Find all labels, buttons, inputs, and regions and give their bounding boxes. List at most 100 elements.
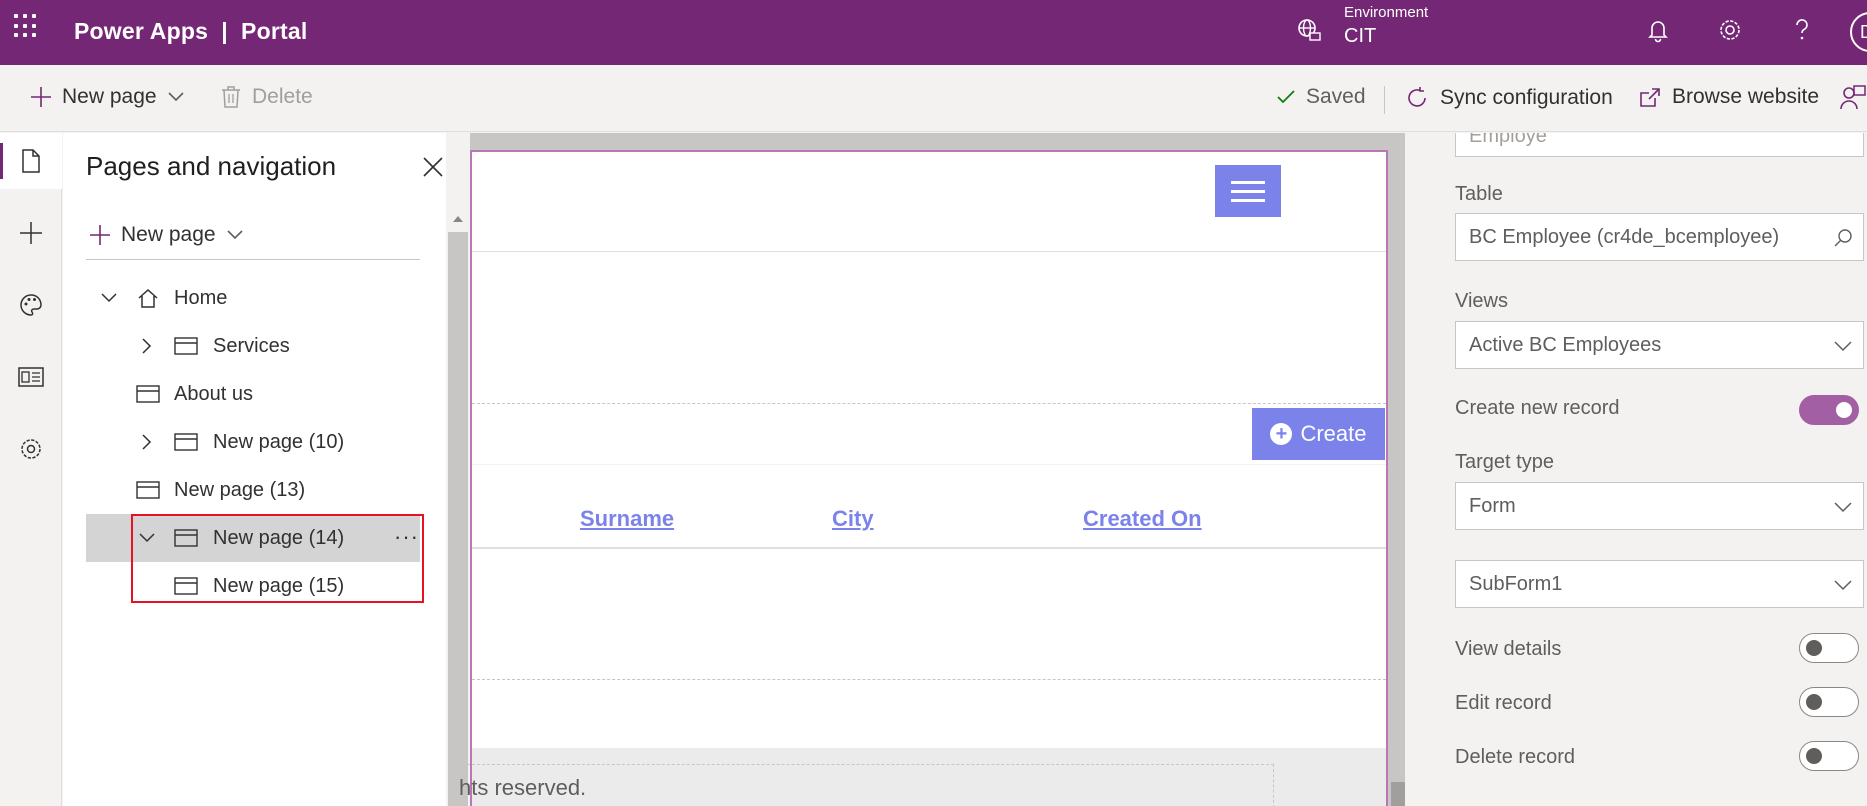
page-icon <box>136 481 160 499</box>
left-rail <box>0 133 62 806</box>
open-external-icon <box>1640 88 1660 107</box>
chevron-down-icon <box>226 230 243 240</box>
rail-templates[interactable] <box>0 349 62 405</box>
delete-button[interactable]: Delete <box>220 85 313 109</box>
views-label: Views <box>1455 290 1508 312</box>
rail-pages[interactable] <box>0 133 62 189</box>
delete-record-label: Delete record <box>1455 746 1576 768</box>
home-icon <box>138 288 158 308</box>
top-bar: Power Apps | Portal Environment CIT D <box>0 0 1867 65</box>
scroll-up-arrow-icon[interactable] <box>451 212 465 224</box>
chevron-down-icon[interactable] <box>100 289 118 307</box>
divider <box>472 464 1386 465</box>
column-header-surname[interactable]: Surname <box>580 506 674 532</box>
pages-scrollbar-thumb[interactable] <box>448 232 468 806</box>
name-input[interactable]: Employe <box>1455 133 1864 157</box>
rail-themes[interactable] <box>0 277 62 333</box>
view-details-toggle[interactable] <box>1799 633 1859 663</box>
site-footer: hts reserved. <box>459 748 1386 806</box>
page-icon <box>174 337 198 355</box>
saved-status: Saved <box>1276 85 1366 109</box>
pages-new-page-button[interactable]: New page <box>89 223 244 247</box>
add-icon <box>31 87 51 107</box>
create-new-record-toggle[interactable] <box>1799 395 1859 425</box>
close-icon[interactable] <box>421 155 445 179</box>
trash-icon <box>222 86 240 108</box>
tree-item-label: About us <box>174 382 253 405</box>
browse-website-button[interactable]: Browse website <box>1638 85 1819 109</box>
sync-configuration-button[interactable]: Sync configuration <box>1404 85 1613 111</box>
target-type-dropdown[interactable]: Form <box>1455 482 1864 530</box>
tree-item-about-us[interactable]: About us <box>86 370 420 418</box>
tree-item-label: New page (10) <box>213 430 345 453</box>
column-header-created-on[interactable]: Created On <box>1083 506 1202 532</box>
footer-section[interactable]: hts reserved. <box>459 764 1274 806</box>
views-value: Active BC Employees <box>1469 333 1662 356</box>
tree-item-label: Home <box>174 286 228 309</box>
rail-settings[interactable] <box>0 421 62 477</box>
edit-record-label: Edit record <box>1455 692 1552 714</box>
tree-item-home[interactable]: Home <box>86 274 420 322</box>
table-label: Table <box>1455 183 1503 205</box>
views-dropdown[interactable]: Active BC Employees <box>1455 321 1864 369</box>
template-icon <box>18 367 44 387</box>
edit-record-toggle[interactable] <box>1799 687 1859 717</box>
environment-value[interactable]: CIT <box>1344 25 1376 48</box>
canvas-scrollbar[interactable] <box>1391 150 1405 806</box>
tree-item-new-page-10[interactable]: New page (10) <box>86 418 420 466</box>
view-details-label: View details <box>1455 638 1562 660</box>
canvas-scrollbar-thumb[interactable] <box>1391 782 1405 806</box>
globe-icon <box>1298 19 1321 41</box>
chevron-right-icon[interactable] <box>138 337 156 355</box>
avatar[interactable]: D <box>1850 12 1867 52</box>
search-icon[interactable] <box>1833 228 1853 248</box>
target-type-value: Form <box>1469 494 1516 517</box>
properties-panel: Employe Table BC Employee (cr4de_bcemplo… <box>1405 133 1867 806</box>
column-header-city[interactable]: City <box>832 506 874 532</box>
form-dropdown[interactable]: SubForm1 <box>1455 560 1864 608</box>
footer-copyright: hts reserved. <box>459 775 587 800</box>
canvas-section[interactable] <box>472 252 1386 404</box>
gear-icon[interactable] <box>1716 16 1744 44</box>
chevron-down-icon <box>1834 502 1852 513</box>
tree-item-services[interactable]: Services <box>86 322 420 370</box>
help-icon[interactable] <box>1788 16 1816 44</box>
environment-label: Environment <box>1344 4 1429 21</box>
rail-components[interactable] <box>0 205 62 261</box>
page-icon <box>174 433 198 451</box>
site-header <box>472 152 1386 252</box>
browse-label: Browse website <box>1672 85 1820 108</box>
checkmark-icon <box>1277 90 1295 104</box>
saved-label: Saved <box>1306 85 1366 108</box>
delete-record-toggle[interactable] <box>1799 741 1859 771</box>
tree-item-new-page-13[interactable]: New page (13) <box>86 466 420 514</box>
command-bar: New page Delete Saved Sync configuration… <box>0 65 1867 132</box>
tree-item-label: Services <box>213 334 290 357</box>
add-icon <box>90 225 110 245</box>
add-icon <box>20 222 42 244</box>
app-launcher-icon[interactable] <box>14 14 38 38</box>
table-value: BC Employee (cr4de_bcemployee) <box>1469 225 1780 248</box>
sync-label: Sync configuration <box>1440 86 1613 109</box>
feedback-icon[interactable] <box>1840 83 1866 113</box>
list-component[interactable]: + Create Surname City Created On <box>472 404 1386 680</box>
create-label: Create <box>1300 421 1367 446</box>
table-search-field[interactable]: BC Employee (cr4de_bcemployee) <box>1455 213 1864 261</box>
name-input-value: Employe <box>1469 133 1547 147</box>
hamburger-menu-icon[interactable] <box>1215 165 1281 217</box>
pages-panel: Pages and navigation New page Home Servi… <box>63 133 446 806</box>
target-type-label: Target type <box>1455 451 1554 473</box>
form-value: SubForm1 <box>1469 572 1563 595</box>
command-separator <box>1384 86 1385 114</box>
page-canvas[interactable]: + Create Surname City Created On hts res… <box>459 150 1388 806</box>
new-page-label: New page <box>62 85 157 108</box>
page-icon <box>22 149 40 173</box>
bell-icon[interactable] <box>1644 16 1672 44</box>
chevron-down-icon <box>1834 580 1852 591</box>
pages-panel-title: Pages and navigation <box>86 151 337 181</box>
new-page-button[interactable]: New page <box>30 85 185 109</box>
create-button[interactable]: + Create <box>1252 408 1385 460</box>
plus-circle-icon: + <box>1270 423 1293 445</box>
gear-icon <box>21 439 41 459</box>
chevron-right-icon[interactable] <box>138 433 156 451</box>
